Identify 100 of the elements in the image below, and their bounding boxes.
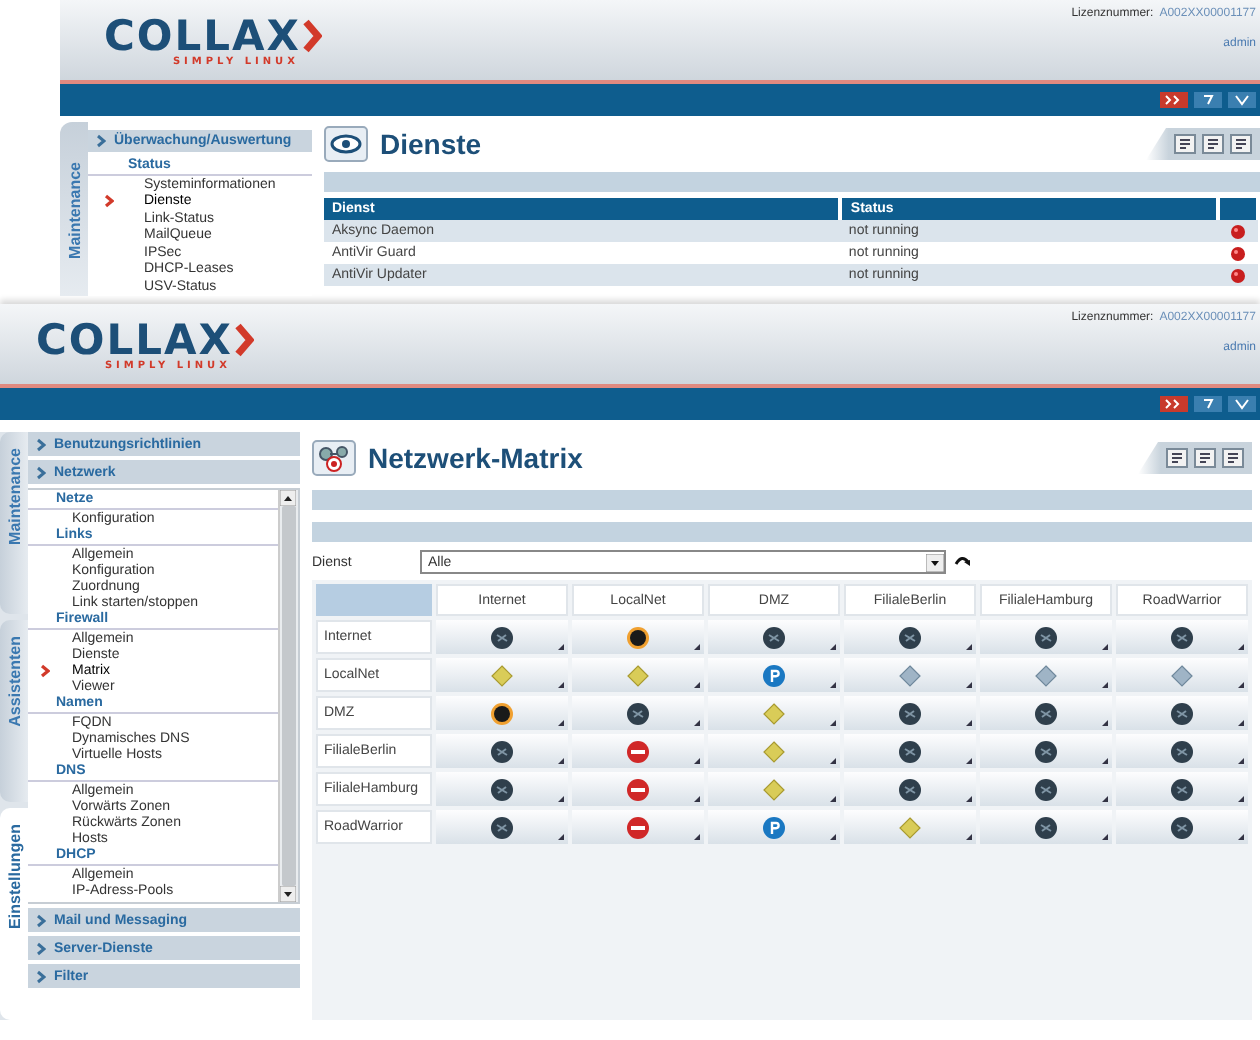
disc-icon [626, 701, 650, 725]
corner-arrow-icon [558, 758, 564, 764]
diamond-icon [898, 663, 922, 687]
corner-arrow-icon [966, 758, 972, 764]
corner-arrow-icon [558, 796, 564, 802]
matrix-cell[interactable] [844, 658, 976, 692]
disc-icon [898, 739, 922, 763]
curved-arrow-icon[interactable] [954, 554, 972, 570]
chevron-icon [40, 663, 50, 677]
corner-arrow-icon [694, 720, 700, 726]
corner-arrow-icon [1238, 834, 1244, 840]
diamond-icon [898, 815, 922, 839]
dropdown-arrow-icon [926, 553, 944, 571]
disc-icon [898, 701, 922, 725]
corner-arrow-icon [1102, 682, 1108, 688]
scroll-down-icon[interactable] [280, 886, 296, 902]
matrix-cell[interactable] [980, 734, 1112, 768]
matrix-cell[interactable] [1116, 772, 1248, 806]
forward-button-icon[interactable] [1160, 396, 1188, 412]
matrix-cell[interactable] [436, 810, 568, 844]
disc-icon [1170, 815, 1194, 839]
disc-icon [1034, 777, 1058, 801]
print-icon[interactable] [1174, 134, 1196, 154]
corner-arrow-icon [966, 644, 972, 650]
save-icon[interactable] [1222, 448, 1244, 468]
corner-arrow-icon [1238, 796, 1244, 802]
chevron-logo-icon [302, 18, 323, 54]
save-icon[interactable] [1230, 134, 1252, 154]
matrix-cell[interactable] [1116, 734, 1248, 768]
logo-text: COLLAX [104, 16, 301, 56]
matrix-cell[interactable] [708, 620, 840, 654]
matrix-cell[interactable] [572, 620, 704, 654]
forward-button-icon[interactable] [1160, 92, 1188, 108]
scrollbar[interactable] [278, 490, 298, 902]
logo-text: COLLAX [36, 320, 233, 360]
matrix-cell[interactable] [708, 810, 840, 844]
matrix-cell[interactable] [708, 772, 840, 806]
diamond-icon [1034, 663, 1058, 687]
matrix-cell[interactable] [1116, 696, 1248, 730]
scroll-up-icon[interactable] [280, 490, 296, 506]
matrix-cell[interactable] [980, 810, 1112, 844]
corner-arrow-icon [694, 682, 700, 688]
vertical-tab[interactable]: Einstellungen [0, 808, 28, 1020]
logout-button-icon[interactable] [1228, 92, 1256, 108]
matrix-cell[interactable] [572, 696, 704, 730]
matrix-cell[interactable] [572, 810, 704, 844]
status-dot-icon [1230, 267, 1246, 283]
corner-arrow-icon [694, 644, 700, 650]
help-button-icon[interactable] [1194, 396, 1222, 412]
corner-arrow-icon [1238, 758, 1244, 764]
chevron-logo-icon [234, 322, 255, 358]
matrix-cell[interactable] [844, 620, 976, 654]
export-icon[interactable] [1194, 448, 1216, 468]
matrix-cell[interactable] [572, 658, 704, 692]
no-entry-icon [626, 815, 650, 839]
matrix-cell[interactable] [708, 734, 840, 768]
matrix-cell[interactable] [844, 734, 976, 768]
matrix-cell[interactable] [1116, 620, 1248, 654]
print-icon[interactable] [1166, 448, 1188, 468]
matrix-cell[interactable] [844, 696, 976, 730]
matrix-cell[interactable] [436, 734, 568, 768]
matrix-cell[interactable] [1116, 658, 1248, 692]
corner-arrow-icon [694, 758, 700, 764]
chevron-icon [104, 194, 114, 209]
export-icon[interactable] [1202, 134, 1224, 154]
disc-icon [1034, 739, 1058, 763]
disc-icon [490, 625, 514, 649]
page-title: Netzwerk-Matrix [368, 442, 583, 474]
corner-arrow-icon [694, 834, 700, 840]
matrix-cell[interactable] [708, 658, 840, 692]
corner-arrow-icon [966, 796, 972, 802]
matrix-cell[interactable] [844, 772, 976, 806]
logout-button-icon[interactable] [1228, 396, 1256, 412]
matrix-cell[interactable] [980, 620, 1112, 654]
ringed-disc-icon [626, 625, 650, 649]
matrix-cell[interactable] [572, 734, 704, 768]
matrix-cell[interactable] [436, 696, 568, 730]
matrix-cell[interactable] [980, 658, 1112, 692]
matrix-cell[interactable] [436, 620, 568, 654]
disc-icon [898, 777, 922, 801]
corner-arrow-icon [558, 644, 564, 650]
matrix-cell[interactable] [436, 658, 568, 692]
disc-icon [1170, 739, 1194, 763]
matrix-cell[interactable] [980, 772, 1112, 806]
matrix-cell[interactable] [708, 696, 840, 730]
page-title: Dienste [380, 128, 482, 160]
matrix-cell[interactable] [1116, 810, 1248, 844]
disc-icon [490, 777, 514, 801]
disc-icon [1170, 777, 1194, 801]
corner-arrow-icon [558, 682, 564, 688]
corner-arrow-icon [1102, 796, 1108, 802]
diamond-icon [762, 777, 786, 801]
disc-icon [1170, 701, 1194, 725]
diamond-icon [626, 663, 650, 687]
matrix-cell[interactable] [980, 696, 1112, 730]
help-button-icon[interactable] [1194, 92, 1222, 108]
matrix-cell[interactable] [436, 772, 568, 806]
matrix-cell[interactable] [572, 772, 704, 806]
matrix-cell[interactable] [844, 810, 976, 844]
network-icon [312, 440, 356, 476]
